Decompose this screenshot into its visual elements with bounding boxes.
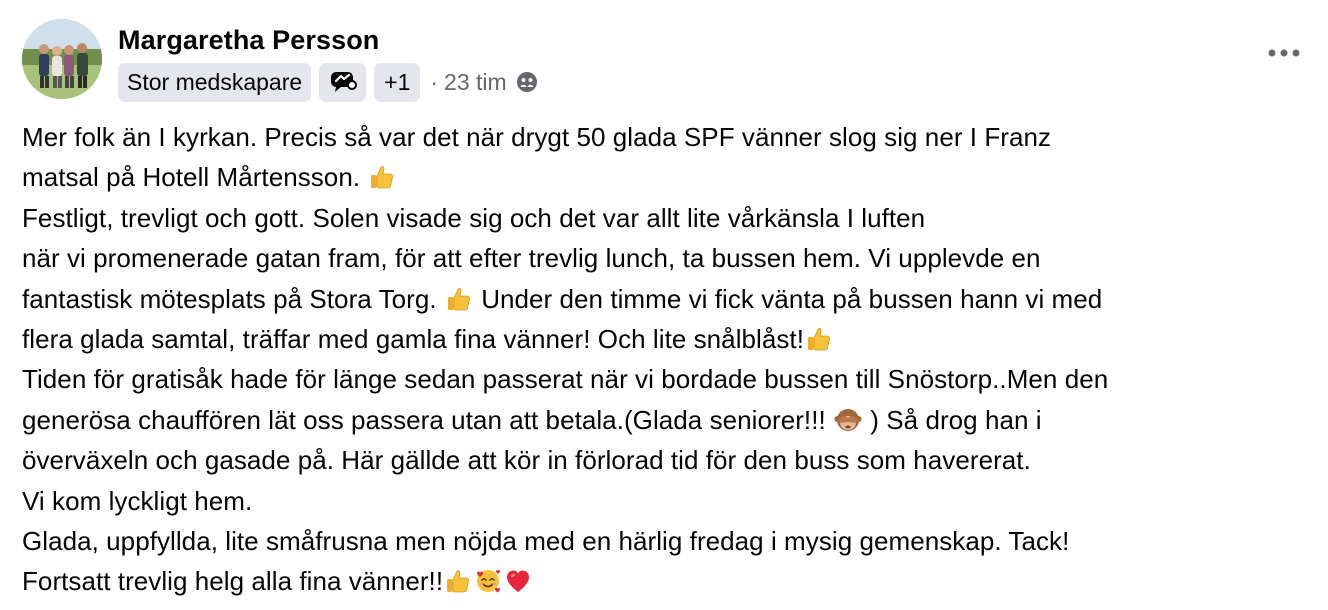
smiling-face-with-hearts-emoji bbox=[474, 567, 502, 595]
meta-separator: · bbox=[430, 68, 439, 95]
author-avatar[interactable] bbox=[22, 19, 102, 99]
post-line: fantastisk mötesplats på Stora Torg. Und… bbox=[22, 283, 1103, 314]
post-line: flera glada samtal, träffar med gamla fi… bbox=[22, 319, 1318, 359]
group-icon[interactable] bbox=[515, 70, 539, 94]
post-line: generösa chauffören lät oss passera utan… bbox=[22, 404, 1042, 435]
more-badges-count[interactable]: +1 bbox=[374, 62, 421, 102]
post-body: Mer folk än I kyrkan. Precis så var det … bbox=[22, 117, 1318, 602]
post-line: matsal på Hotell Mårtensson. bbox=[22, 157, 1318, 197]
post-options-button[interactable] bbox=[1264, 38, 1304, 68]
see-no-evil-monkey-emoji bbox=[834, 406, 862, 434]
avatar-photo bbox=[22, 19, 102, 99]
post-line: Mer folk än I kyrkan. Precis så var det … bbox=[22, 122, 1052, 152]
group-chat-icon[interactable] bbox=[319, 62, 367, 102]
thumbs-up-emoji bbox=[368, 163, 396, 191]
post-line: Festligt, trevligt och gott. Solen visad… bbox=[22, 202, 926, 233]
post-line: Vi kom lyckligt hem. bbox=[22, 485, 253, 516]
thumbs-up-emoji bbox=[445, 285, 473, 313]
post-line: Glada, uppfyllda, lite småfrusna men nöj… bbox=[22, 525, 1070, 556]
red-heart-emoji bbox=[504, 567, 532, 595]
top-contributor-badge[interactable]: Stor medskapare bbox=[118, 62, 312, 102]
thumbs-up-emoji bbox=[805, 325, 833, 353]
post-header: Margaretha Persson Stor medskapare +1 · … bbox=[22, 19, 539, 102]
post-line: Tiden för gratisåk hade för länge sedan … bbox=[22, 364, 1109, 395]
header-text: Margaretha Persson Stor medskapare +1 · … bbox=[118, 23, 539, 102]
post-line: Fortsatt trevlig helg alla fina vänner!! bbox=[22, 561, 1318, 601]
ellipsis-icon bbox=[1268, 49, 1300, 57]
author-name[interactable]: Margaretha Persson bbox=[118, 23, 539, 57]
post-meta: Stor medskapare +1 · 23 tim bbox=[118, 62, 539, 102]
post-line: när vi promenerade gatan fram, för att e… bbox=[22, 243, 1041, 274]
post-line: överväxeln och gasade på. Här gällde att… bbox=[22, 445, 1031, 476]
post-timestamp[interactable]: 23 tim bbox=[444, 69, 507, 96]
thumbs-up-emoji bbox=[444, 567, 472, 595]
post-card: Margaretha Persson Stor medskapare +1 · … bbox=[0, 0, 1328, 610]
